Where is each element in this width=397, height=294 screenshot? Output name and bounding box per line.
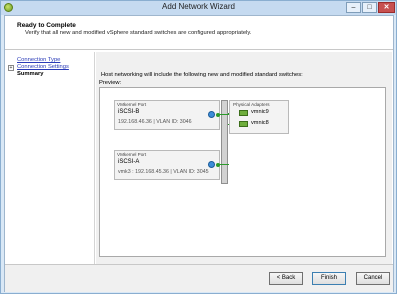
physical-adapters-box: Physical Adapters vmnic9 vmnic8 bbox=[229, 100, 289, 134]
portgroup-detail: vmk3 : 192.168.45.36 | VLAN ID: 3045 bbox=[118, 169, 209, 175]
expand-icon[interactable]: + bbox=[8, 65, 14, 71]
vmkernel-port-icon bbox=[208, 111, 215, 118]
title-bar[interactable]: Add Network Wizard – □ ✕ bbox=[1, 1, 396, 15]
window-title: Add Network Wizard bbox=[162, 2, 235, 11]
page-title: Ready to Complete bbox=[17, 22, 76, 29]
portgroup-name: iSCSI-A bbox=[118, 159, 140, 165]
wizard-header: Ready to Complete Verify that all new an… bbox=[5, 16, 393, 50]
nav-item-summary: Summary bbox=[17, 71, 44, 77]
vswitch-bar bbox=[221, 100, 228, 184]
portgroup-type-label: VMkernel Port bbox=[117, 152, 147, 157]
back-button[interactable]: < Back bbox=[269, 272, 303, 285]
main-panel: Host networking will include the followi… bbox=[96, 52, 392, 264]
nav-item-connection-settings[interactable]: Connection Settings bbox=[17, 64, 69, 70]
network-card-icon bbox=[239, 121, 248, 127]
intro-text: Host networking will include the followi… bbox=[101, 72, 303, 78]
portgroup-iscsi-a: VMkernel Port iSCSI-A vmk3 : 192.168.45.… bbox=[114, 150, 220, 180]
connector-line bbox=[219, 164, 229, 165]
finish-button[interactable]: Finish bbox=[312, 272, 346, 285]
page-subtitle: Verify that all new and modified vSphere… bbox=[25, 30, 252, 36]
physical-adapters-label: Physical Adapters bbox=[233, 102, 270, 107]
vmkernel-port-icon bbox=[208, 161, 215, 168]
network-card-icon bbox=[239, 110, 248, 116]
portgroup-name: iSCSI-B bbox=[118, 109, 140, 115]
portgroup-type-label: VMkernel Port bbox=[117, 102, 147, 107]
portgroup-iscsi-b: VMkernel Port iSCSI-B 192.168.46.36 | VL… bbox=[114, 100, 220, 130]
wizard-client: Ready to Complete Verify that all new an… bbox=[4, 15, 394, 292]
cancel-button[interactable]: Cancel bbox=[356, 272, 390, 285]
nav-item-connection-type[interactable]: Connection Type bbox=[17, 57, 60, 63]
maximize-button[interactable]: □ bbox=[362, 2, 377, 13]
adapter-label: vmnic9 bbox=[251, 109, 269, 115]
network-preview: VMkernel Port iSCSI-B 192.168.46.36 | VL… bbox=[99, 87, 386, 257]
minimize-button[interactable]: – bbox=[346, 2, 361, 13]
portgroup-detail: 192.168.46.36 | VLAN ID: 3046 bbox=[118, 119, 192, 125]
preview-label: Preview: bbox=[99, 80, 122, 86]
adapter-label: vmnic8 bbox=[251, 120, 269, 126]
wizard-footer: < Back Finish Cancel bbox=[5, 264, 393, 292]
wizard-nav: Connection Type + Connection Settings Su… bbox=[5, 52, 95, 264]
connector-line bbox=[219, 114, 229, 115]
close-button[interactable]: ✕ bbox=[378, 2, 395, 13]
wizard-window: Add Network Wizard – □ ✕ Ready to Comple… bbox=[0, 0, 397, 294]
